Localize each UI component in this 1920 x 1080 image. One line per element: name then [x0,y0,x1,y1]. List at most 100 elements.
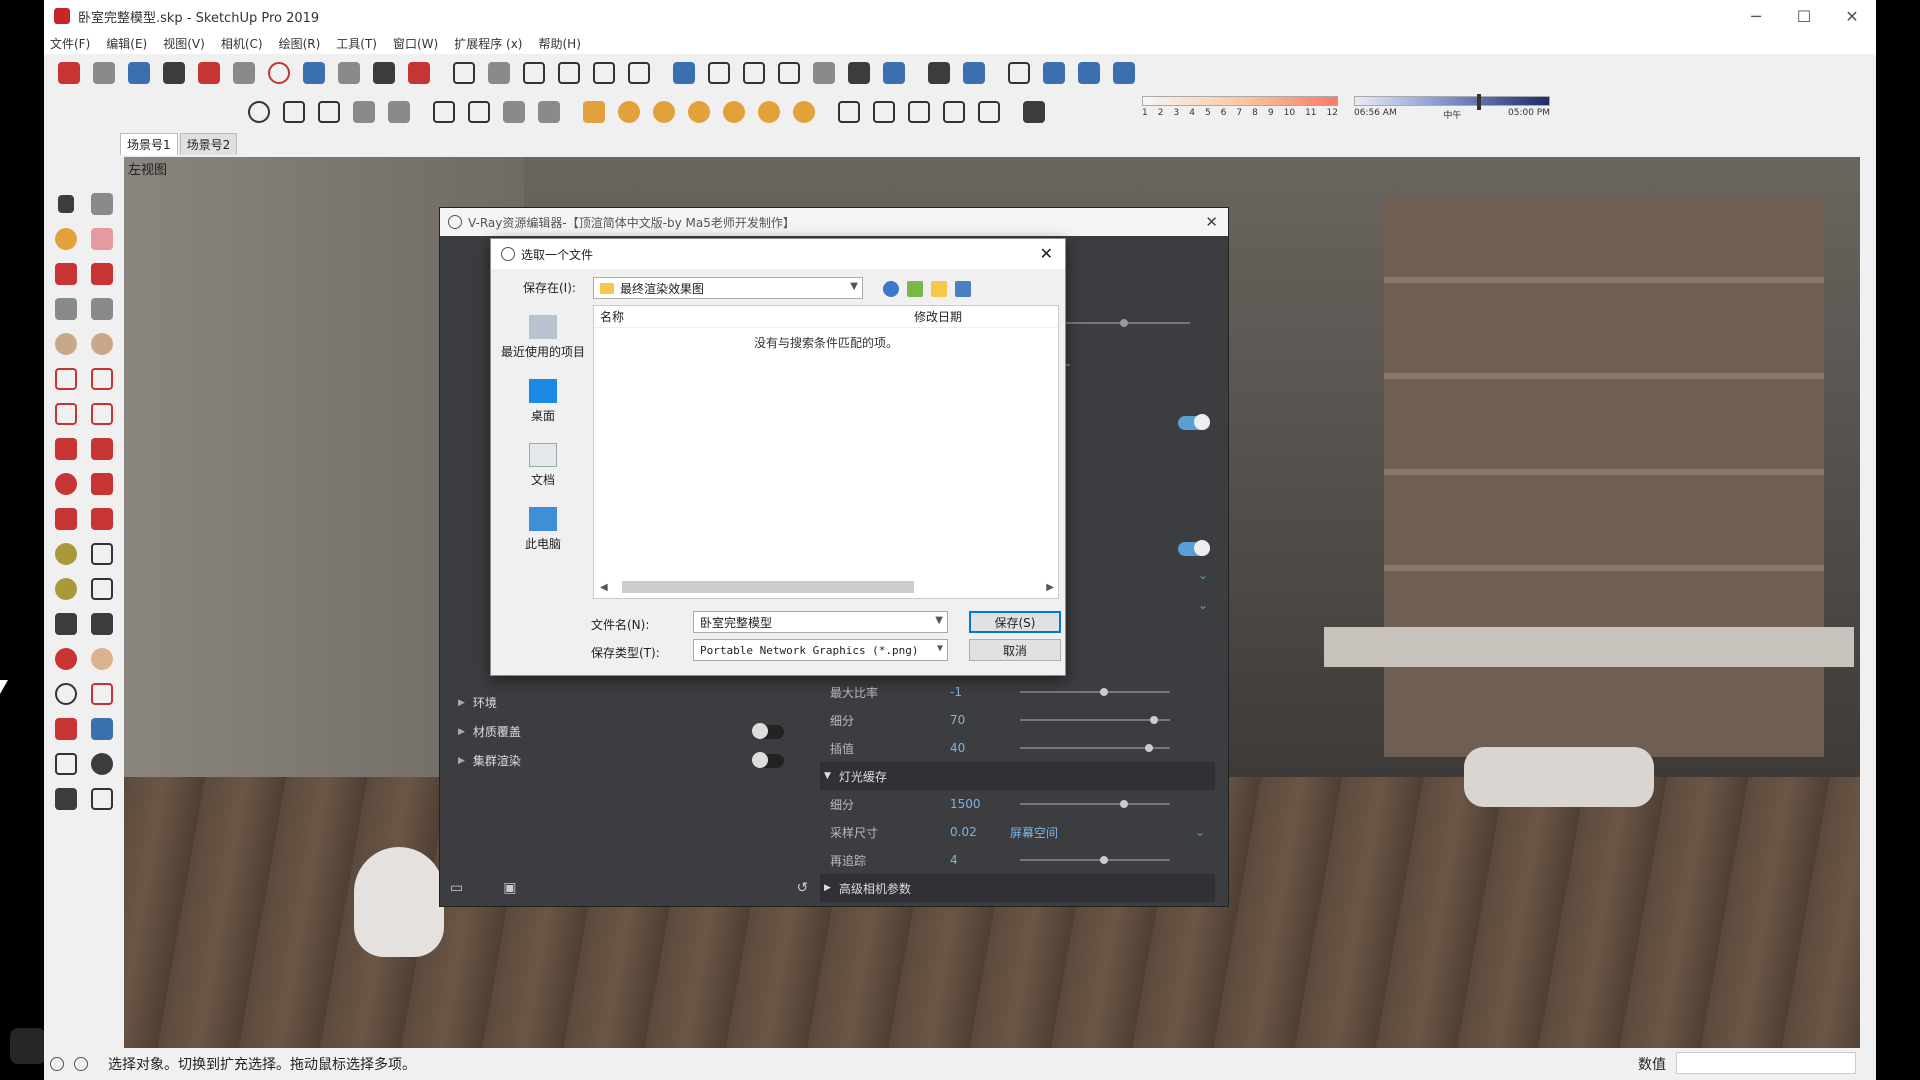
arc-tool[interactable] [48,361,84,396]
close-button[interactable]: ✕ [1828,0,1876,32]
pan-tool[interactable] [84,641,120,676]
scroll-thumb[interactable] [621,581,914,593]
paint-bucket-tool[interactable] [48,221,84,256]
cut-button[interactable] [159,58,189,88]
menu-file[interactable]: 文件(F) [50,35,90,52]
vray-cloud-button[interactable] [464,97,494,127]
standard-view-button-2[interactable] [1074,58,1104,88]
chevron-down-icon[interactable]: ⌄ [1195,825,1205,839]
menu-window[interactable]: 窗口(W) [393,35,438,52]
vray-row-material-override[interactable]: ▶ 材质覆盖 [450,717,790,746]
tab-scene-2[interactable]: 场景号2 [179,133,238,155]
vray-lock-button[interactable] [499,97,529,127]
menu-edit[interactable]: 编辑(E) [106,35,147,52]
make-component-tool[interactable] [84,186,120,221]
save-icon[interactable]: ▣ [503,880,516,896]
dialog-close-button[interactable]: ✕ [1040,244,1053,263]
settings-toggle[interactable] [1178,540,1210,556]
shadow-time-track[interactable] [1354,94,1550,110]
back-view-button[interactable] [589,58,619,88]
axes-tool[interactable] [48,606,84,641]
reset-icon[interactable]: ↺ [796,880,808,896]
shaded-textures-button[interactable] [844,58,874,88]
infinite-plane-button[interactable] [834,97,864,127]
rect-light-button[interactable] [579,97,609,127]
mesh-light-button[interactable] [789,97,819,127]
param-value[interactable]: 70 [950,713,1010,727]
place-desktop[interactable]: 桌面 [497,369,589,433]
vray-unlock-button[interactable] [534,97,564,127]
monochrome-button[interactable] [879,58,909,88]
menu-view[interactable]: 视图(V) [163,35,205,52]
hidden-line-button[interactable] [774,58,804,88]
redo-button[interactable] [334,58,364,88]
line-tool[interactable] [48,256,84,291]
vray-export-button[interactable] [429,97,459,127]
right-view-button[interactable] [554,58,584,88]
left-view-button[interactable] [624,58,654,88]
proxy-import-button[interactable] [904,97,934,127]
two-point-arc-tool[interactable] [84,361,120,396]
vray-batch-button[interactable] [384,97,414,127]
chevron-down-icon[interactable]: ⌄ [1198,568,1208,582]
slider-knob[interactable] [1100,688,1108,696]
new-folder-icon[interactable] [931,281,947,297]
protractor-tool[interactable] [48,571,84,606]
tape-measure-tool[interactable] [48,536,84,571]
slider-knob[interactable] [1100,856,1108,864]
three-point-arc-tool[interactable] [48,396,84,431]
shadow-month-slider[interactable]: 1 2 3 4 5 6 7 8 9 10 11 12 [1142,96,1338,128]
erase-button[interactable] [264,58,294,88]
vray-logo-button[interactable] [244,97,274,127]
geo-location-icon[interactable] [50,1057,64,1071]
spot-light-button[interactable] [649,97,679,127]
back-icon[interactable] [883,281,899,297]
sample-size-dropdown[interactable]: 屏幕空间 [1010,824,1058,841]
column-date[interactable]: 修改日期 [914,308,962,325]
shadow-time-thumb[interactable] [1477,94,1481,110]
slider-knob[interactable] [1150,716,1158,724]
menu-tools[interactable]: 工具(T) [336,35,377,52]
cancel-button[interactable]: 取消 [969,639,1061,661]
push-pull-tool[interactable] [84,431,120,466]
settings-toggle[interactable] [1178,414,1210,430]
mesh-clipper-button[interactable] [974,97,1004,127]
param-slider[interactable] [1020,856,1170,864]
proxy-export-button[interactable] [869,97,899,127]
slider-knob[interactable] [1120,319,1128,327]
rotate-tool[interactable] [48,466,84,501]
vray-close-button[interactable]: ✕ [1205,213,1218,231]
standard-view-button-1[interactable] [1039,58,1069,88]
param-value[interactable]: 4 [950,853,1010,867]
back-edges-button[interactable] [704,58,734,88]
param-slider[interactable] [1020,800,1170,808]
filetype-dropdown[interactable]: Portable Network Graphics (*.png) ▼ [693,639,948,661]
vray-row-environment[interactable]: ▶ 环境 [450,688,790,717]
open-button[interactable] [89,58,119,88]
param-slider[interactable] [1020,716,1170,724]
select-tool[interactable] [48,186,84,221]
chevron-down-icon[interactable]: ⌄ [1198,598,1208,612]
dome-light-button[interactable] [754,97,784,127]
param-slider[interactable] [1020,744,1170,752]
scale-tool[interactable] [48,501,84,536]
paste-button[interactable] [229,58,259,88]
undo-button[interactable] [299,58,329,88]
iso-view-button[interactable] [449,58,479,88]
place-documents[interactable]: 文档 [497,433,589,497]
place-recent[interactable]: 最近使用的项目 [497,305,589,369]
ies-light-button[interactable] [684,97,714,127]
vray-frame-buffer-button[interactable] [349,97,379,127]
eraser-tool-button[interactable] [1019,97,1049,127]
position-camera-tool[interactable] [48,746,84,781]
xray-button[interactable] [669,58,699,88]
fur-button[interactable] [939,97,969,127]
open-folder-icon[interactable]: ▭ [450,880,463,896]
info-icon[interactable] [74,1057,88,1071]
omni-light-button[interactable] [719,97,749,127]
shadow-month-track[interactable] [1142,96,1338,106]
zoom-extents-tool[interactable] [48,711,84,746]
text-tool[interactable] [84,571,120,606]
right-tray-strip[interactable] [1860,157,1876,1048]
orbit-tool[interactable] [48,641,84,676]
